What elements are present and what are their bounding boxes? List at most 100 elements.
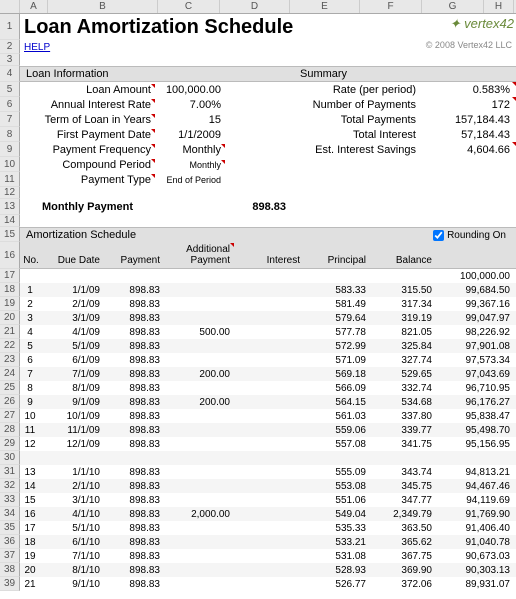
row-number: 27 [0,409,20,423]
row-number: 15 [0,227,20,242]
row-number: 36 [0,535,20,549]
cell-interest: 551.06 [304,495,370,506]
table-row[interactable]: 33/1/09898.83579.64319.1999,047.97 [20,311,516,325]
cell-no: 1 [20,285,44,296]
cell-interest: 526.77 [304,579,370,590]
cell-balance: 90,303.13 [436,565,514,576]
table-row[interactable]: 77/1/09898.83200.00569.18529.6597,043.69 [20,367,516,381]
table-row[interactable]: 99/1/09898.83200.00564.15534.6896,176.27 [20,395,516,409]
cell-balance: 99,367.16 [436,299,514,310]
cell-payment: 898.83 [104,439,164,450]
cell-principal: 821.05 [370,327,436,338]
loan-amount-label: Loan Amount [20,84,155,96]
table-row[interactable]: 44/1/09898.83500.00577.78821.0598,226.92 [20,325,516,339]
rounding-checkbox[interactable] [433,230,444,241]
num-payments-label: Number of Payments [280,99,420,111]
cell-payment: 898.83 [104,327,164,338]
vertex42-logo: ✦ vertex42 [450,16,514,32]
term-value[interactable]: 15 [155,114,225,126]
total-payments-label: Total Payments [280,114,420,126]
cell-due: 8/1/10 [44,565,104,576]
cell-no: 13 [20,467,44,478]
table-row[interactable] [20,451,516,465]
cell-additional[interactable]: 2,000.00 [164,509,234,520]
cell-payment: 898.83 [104,537,164,548]
ptype-value[interactable]: End of Period [155,175,225,185]
table-row[interactable]: 219/1/10898.83526.77372.0689,931.07 [20,577,516,591]
cell-no: 11 [20,425,44,436]
cell-additional[interactable]: 500.00 [164,327,234,338]
compound-value[interactable]: Monthly [155,160,225,170]
row-number: 35 [0,521,20,535]
annual-rate-value[interactable]: 7.00% [155,99,225,111]
row-number: 29 [0,437,20,451]
cell-payment: 898.83 [104,579,164,590]
table-row[interactable]: 11/1/09898.83583.33315.5099,684.50 [20,283,516,297]
table-row[interactable]: 208/1/10898.83528.93369.9090,303.13 [20,563,516,577]
cell-interest: 564.15 [304,397,370,408]
table-row[interactable]: 100,000.00 [20,269,516,283]
cell-payment: 898.83 [104,495,164,506]
table-row[interactable]: 55/1/09898.83572.99325.8497,901.08 [20,339,516,353]
table-row[interactable]: 88/1/09898.83566.09332.7496,710.95 [20,381,516,395]
cell-principal: 372.06 [370,579,436,590]
cell-balance: 98,226.92 [436,327,514,338]
cell-principal: 315.50 [370,285,436,296]
row-number: 22 [0,339,20,353]
table-row[interactable]: 66/1/09898.83571.09327.7497,573.34 [20,353,516,367]
cell-no: 8 [20,383,44,394]
row-number: 14 [0,215,20,227]
total-payments-value: 157,184.43 [420,114,512,126]
cell-interest: 559.06 [304,425,370,436]
table-row[interactable]: 1212/1/09898.83557.08341.7595,156.95 [20,437,516,451]
row-number: 37 [0,549,20,563]
freq-value[interactable]: Monthly [155,144,225,156]
table-row[interactable]: 175/1/10898.83535.33363.5091,406.40 [20,521,516,535]
section-header-row: Loan Information Summary [20,66,516,82]
row-number: 17 [0,269,20,283]
cell-balance: 96,710.95 [436,383,514,394]
cell-payment: 898.83 [104,425,164,436]
cell-principal: 343.74 [370,467,436,478]
cell-no: 2 [20,299,44,310]
row-number: 12 [0,187,20,199]
first-payment-value[interactable]: 1/1/2009 [155,129,225,141]
cell-no: 7 [20,369,44,380]
table-row[interactable]: 1010/1/09898.83561.03337.8095,838.47 [20,409,516,423]
cell-additional[interactable]: 200.00 [164,369,234,380]
cell-no: 17 [20,523,44,534]
cell-principal: 332.74 [370,383,436,394]
cell-payment: 898.83 [104,397,164,408]
cell-payment: 898.83 [104,411,164,422]
cell-interest: 557.08 [304,439,370,450]
rounding-toggle[interactable]: Rounding On [433,230,510,241]
cell-payment: 898.83 [104,523,164,534]
table-row[interactable]: 153/1/10898.83551.06347.7794,119.69 [20,493,516,507]
cell-interest: 531.08 [304,551,370,562]
annual-rate-label: Annual Interest Rate [20,99,155,111]
table-row[interactable]: 142/1/10898.83553.08345.7594,467.46 [20,479,516,493]
row-number: 21 [0,325,20,339]
table-row[interactable]: 186/1/10898.83533.21365.6291,040.78 [20,535,516,549]
cell-interest: 561.03 [304,411,370,422]
row-number: 24 [0,367,20,381]
table-row[interactable]: 1111/1/09898.83559.06339.7795,498.70 [20,423,516,437]
cell-payment: 898.83 [104,285,164,296]
table-row[interactable]: 131/1/10898.83555.09343.7494,813.21 [20,465,516,479]
row-number: 39 [0,577,20,591]
table-row[interactable]: 164/1/10898.832,000.00549.042,349.7991,7… [20,507,516,521]
cell-principal: 347.77 [370,495,436,506]
table-row[interactable]: 197/1/10898.83531.08367.7590,673.03 [20,549,516,563]
cell-balance: 100,000.00 [436,271,514,282]
cell-due: 7/1/09 [44,369,104,380]
cell-principal: 337.80 [370,411,436,422]
cell-additional[interactable]: 200.00 [164,397,234,408]
cell-payment: 898.83 [104,355,164,366]
loan-amount-value[interactable]: 100,000.00 [155,84,225,96]
cell-interest: 528.93 [304,565,370,576]
row-number: 30 [0,451,20,465]
help-link[interactable]: HELP [20,40,50,54]
row-number: 11 [0,172,20,187]
row-number: 10 [0,157,20,172]
table-row[interactable]: 22/1/09898.83581.49317.3499,367.16 [20,297,516,311]
